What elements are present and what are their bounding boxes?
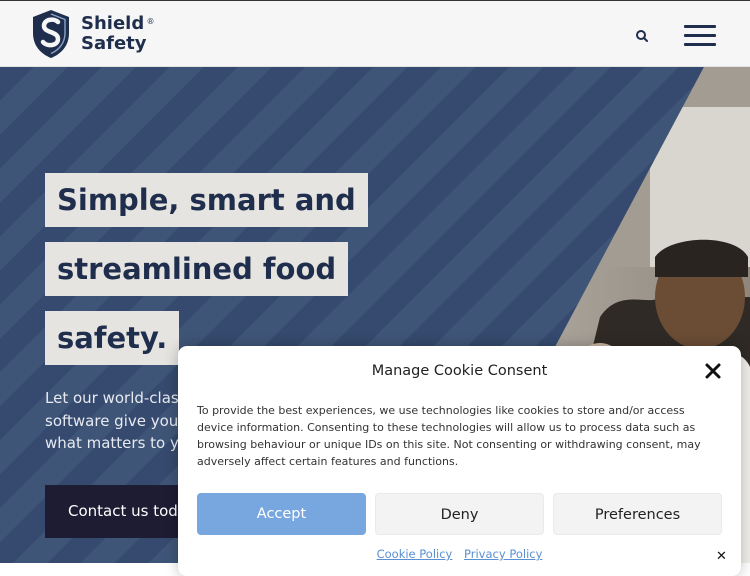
brand-name: Shield Safety ®: [81, 13, 155, 54]
small-close-icon[interactable]: ✕: [716, 549, 727, 564]
cookie-dialog-title: Manage Cookie Consent: [371, 363, 548, 379]
menu-bar: [684, 34, 716, 37]
brand-name-line1: Shield: [81, 13, 145, 34]
menu-bar: [684, 43, 716, 46]
shield-logo-icon: [33, 10, 69, 58]
menu-bar: [684, 25, 716, 28]
brand-logo[interactable]: Shield Safety ®: [30, 8, 155, 60]
cookie-consent-dialog: Manage Cookie Consent To provide the bes…: [178, 346, 741, 576]
contact-us-button[interactable]: Contact us tod: [45, 485, 195, 538]
cookie-policy-link[interactable]: Cookie Policy: [377, 547, 453, 561]
hero-headline-line-1: Simple, smart and: [45, 173, 368, 227]
trademark-symbol: ®: [146, 17, 155, 26]
site-header: Shield Safety ®: [0, 0, 750, 67]
accept-button[interactable]: Accept: [197, 493, 366, 535]
deny-button[interactable]: Deny: [375, 493, 544, 535]
privacy-policy-link[interactable]: Privacy Policy: [464, 547, 542, 561]
cookie-dialog-body: To provide the best experiences, we use …: [197, 404, 701, 468]
search-icon: [636, 30, 648, 42]
preferences-button[interactable]: Preferences: [553, 493, 722, 535]
hero-headline-line-2: streamlined food: [45, 242, 349, 296]
search-button[interactable]: [632, 26, 652, 46]
hero-headline-line-3: safety.: [45, 311, 180, 365]
close-icon[interactable]: [702, 360, 724, 382]
brand-name-line2: Safety: [81, 33, 147, 54]
policy-links: Cookie Policy Privacy Policy: [178, 547, 741, 561]
close-icon-glyph: [705, 363, 721, 379]
hamburger-menu-icon[interactable]: [684, 25, 718, 47]
